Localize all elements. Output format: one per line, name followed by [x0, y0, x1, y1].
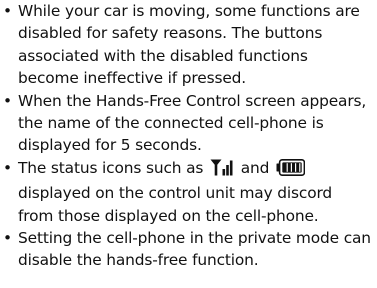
- bullet: •: [3, 229, 12, 248]
- note-text: When the Hands-Free Control screen appea…: [18, 91, 367, 155]
- note-text-after: displayed on the control unit may discor…: [18, 184, 332, 225]
- note-item: • When the Hands-Free Control screen app…: [0, 90, 371, 157]
- bullet: •: [3, 158, 12, 177]
- note-item: • Setting the cell-phone in the private …: [0, 227, 371, 272]
- note-text: While your car is moving, some functions…: [18, 2, 360, 88]
- signal-strength-icon: [210, 159, 234, 182]
- notes-list: • While your car is moving, some functio…: [0, 0, 371, 272]
- bullet: •: [3, 2, 12, 20]
- manual-page: • While your car is moving, some functio…: [0, 0, 377, 288]
- note-item: • The status icons such as and displayed…: [0, 157, 371, 227]
- note-text: Setting the cell-phone in the private mo…: [18, 229, 371, 270]
- note-text-before: The status icons such as: [18, 158, 204, 177]
- note-item: • While your car is moving, some functio…: [0, 0, 371, 90]
- note-text-between: and: [240, 158, 270, 177]
- bullet: •: [3, 91, 12, 110]
- battery-level-icon: [276, 158, 306, 182]
